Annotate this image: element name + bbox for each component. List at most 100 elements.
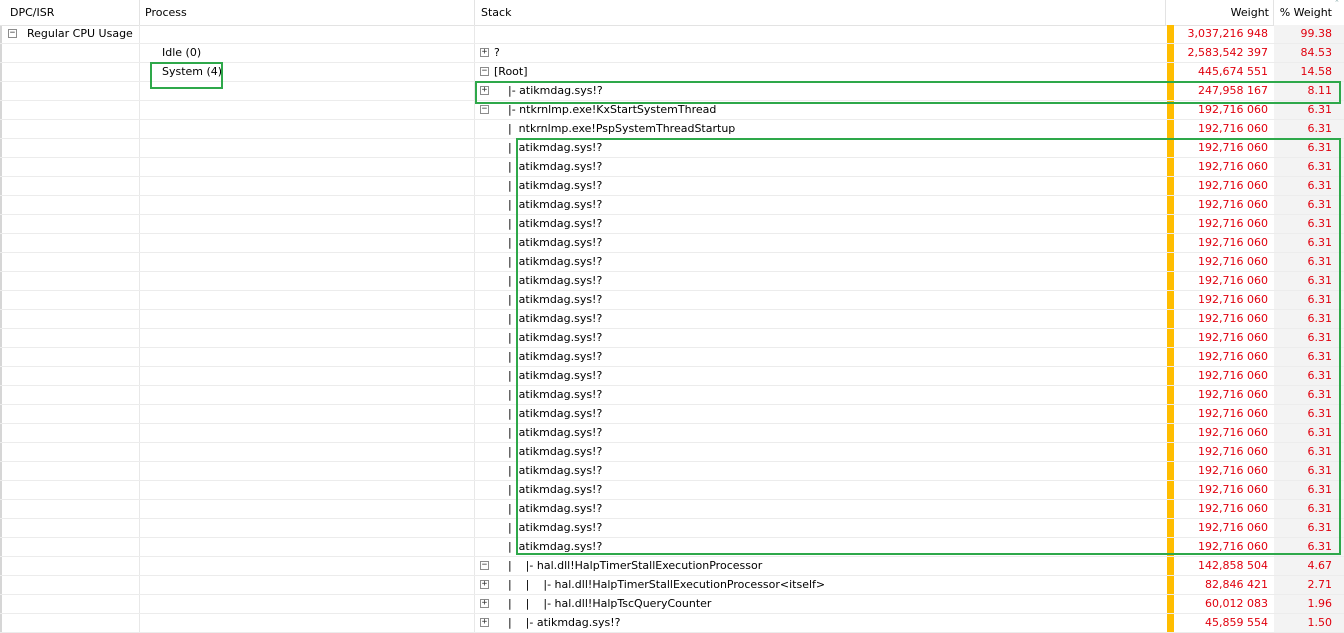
table-row[interactable]: + | |- atikmdag.sys!? 45,859 554 1.50 <box>0 614 1344 633</box>
stack-cell: | atikmdag.sys!? <box>494 293 603 306</box>
pct-weight-cell: 6.31 <box>1307 122 1333 135</box>
expand-icon[interactable]: + <box>480 86 489 95</box>
table-row[interactable]: | atikmdag.sys!? 192,716 060 6.31 <box>0 424 1344 443</box>
table-row[interactable]: | atikmdag.sys!? 192,716 060 6.31 <box>0 158 1344 177</box>
stack-cell: | atikmdag.sys!? <box>494 540 603 553</box>
header-separator[interactable] <box>474 0 475 25</box>
header-weight[interactable]: Weight <box>1175 0 1269 25</box>
header-separator[interactable] <box>139 0 140 25</box>
table-row[interactable]: | atikmdag.sys!? 192,716 060 6.31 <box>0 234 1344 253</box>
table-row[interactable]: | atikmdag.sys!? 192,716 060 6.31 <box>0 386 1344 405</box>
table-row[interactable]: | atikmdag.sys!? 192,716 060 6.31 <box>0 462 1344 481</box>
table-row[interactable]: | atikmdag.sys!? 192,716 060 6.31 <box>0 272 1344 291</box>
process-cell: System (4) <box>162 65 223 78</box>
table-row[interactable]: | atikmdag.sys!? 192,716 060 6.31 <box>0 538 1344 557</box>
pct-weight-cell: 6.31 <box>1307 426 1333 439</box>
stack-cell: | ntkrnlmp.exe!PspSystemThreadStartup <box>494 122 736 135</box>
stack-cell: | atikmdag.sys!? <box>494 407 603 420</box>
weight-cell: 192,716 060 <box>1198 274 1268 287</box>
weight-cell: 192,716 060 <box>1198 426 1268 439</box>
table-row[interactable]: | atikmdag.sys!? 192,716 060 6.31 <box>0 139 1344 158</box>
sort-indicator-icon: ⌃ <box>1334 0 1340 7</box>
pct-weight-cell: 6.31 <box>1307 198 1333 211</box>
pct-weight-cell: 6.31 <box>1307 521 1333 534</box>
table-row[interactable]: | atikmdag.sys!? 192,716 060 6.31 <box>0 481 1344 500</box>
table-row[interactable]: System (4) − [Root] 445,674 551 14.58 <box>0 63 1344 82</box>
weight-cell: 192,716 060 <box>1198 141 1268 154</box>
stack-cell: ? <box>494 46 500 59</box>
table-row[interactable]: | atikmdag.sys!? 192,716 060 6.31 <box>0 177 1344 196</box>
table-row[interactable]: | atikmdag.sys!? 192,716 060 6.31 <box>0 405 1344 424</box>
table-row[interactable]: Idle (0) +? 2,583,542 397 84.53 <box>0 44 1344 63</box>
weight-cell: 192,716 060 <box>1198 445 1268 458</box>
weight-cell: 192,716 060 <box>1198 331 1268 344</box>
table-row[interactable]: | atikmdag.sys!? 192,716 060 6.31 <box>0 310 1344 329</box>
header-separator[interactable] <box>1165 0 1166 25</box>
pct-weight-cell: 6.31 <box>1307 483 1333 496</box>
table-row[interactable]: | atikmdag.sys!? 192,716 060 6.31 <box>0 367 1344 386</box>
expand-icon[interactable]: + <box>480 48 489 57</box>
table-row[interactable]: − Regular CPU Usage 3,037,216 948 99.38 <box>0 25 1344 44</box>
weight-cell: 192,716 060 <box>1198 255 1268 268</box>
table-row[interactable]: | atikmdag.sys!? 192,716 060 6.31 <box>0 443 1344 462</box>
weight-cell: 192,716 060 <box>1198 464 1268 477</box>
header-pct-weight[interactable]: % Weight <box>1274 0 1332 25</box>
pct-weight-cell: 6.31 <box>1307 445 1333 458</box>
pct-weight-cell: 6.31 <box>1307 141 1333 154</box>
weight-cell: 192,716 060 <box>1198 122 1268 135</box>
header-dpc-isr[interactable]: DPC/ISR <box>10 0 130 25</box>
table-row[interactable]: | ntkrnlmp.exe!PspSystemThreadStartup 192… <box>0 120 1344 139</box>
weight-cell: 142,858 504 <box>1198 559 1268 572</box>
stack-cell: | atikmdag.sys!? <box>494 502 603 515</box>
header-stack[interactable]: Stack <box>481 0 781 25</box>
collapse-icon[interactable]: − <box>8 29 17 38</box>
stack-cell: | atikmdag.sys!? <box>494 236 603 249</box>
table-row[interactable]: + |- atikmdag.sys!? 247,958 167 8.11 <box>0 82 1344 101</box>
collapse-icon[interactable]: − <box>480 67 489 76</box>
pct-weight-cell: 6.31 <box>1307 540 1333 553</box>
stack-cell: | atikmdag.sys!? <box>494 141 603 154</box>
table-row[interactable]: − |- ntkrnlmp.exe!KxStartSystemThread 192… <box>0 101 1344 120</box>
pct-weight-cell: 99.38 <box>1300 27 1333 40</box>
stack-cell: | | |- hal.dll!HalpTscQueryCounter <box>494 597 712 610</box>
stack-cell: |- ntkrnlmp.exe!KxStartSystemThread <box>494 103 717 116</box>
pct-weight-cell: 84.53 <box>1300 46 1333 59</box>
stack-cell: | |- hal.dll!HalpTimerStallExecutionProc… <box>494 559 763 572</box>
table-row[interactable]: | atikmdag.sys!? 192,716 060 6.31 <box>0 500 1344 519</box>
stack-cell: | atikmdag.sys!? <box>494 388 603 401</box>
stack-cell: | |- atikmdag.sys!? <box>494 616 621 629</box>
stack-cell: | atikmdag.sys!? <box>494 483 603 496</box>
expand-icon[interactable]: + <box>480 618 489 627</box>
weight-cell: 192,716 060 <box>1198 483 1268 496</box>
pct-weight-cell: 6.31 <box>1307 103 1333 116</box>
weight-cell: 45,859 554 <box>1205 616 1268 629</box>
table-row[interactable]: | atikmdag.sys!? 192,716 060 6.31 <box>0 215 1344 234</box>
weight-cell: 192,716 060 <box>1198 160 1268 173</box>
table-row[interactable]: | atikmdag.sys!? 192,716 060 6.31 <box>0 291 1344 310</box>
table-row[interactable]: | atikmdag.sys!? 192,716 060 6.31 <box>0 196 1344 215</box>
stack-cell: | atikmdag.sys!? <box>494 179 603 192</box>
pct-weight-cell: 6.31 <box>1307 331 1333 344</box>
stack-table: DPC/ISR Process Stack Weight % Weight ⌃ … <box>0 0 1344 633</box>
expand-icon[interactable]: + <box>480 580 489 589</box>
weight-cell: 192,716 060 <box>1198 236 1268 249</box>
weight-cell: 247,958 167 <box>1198 84 1268 97</box>
pct-weight-cell: 6.31 <box>1307 407 1333 420</box>
weight-cell: 192,716 060 <box>1198 350 1268 363</box>
table-row[interactable]: + | | |- hal.dll!HalpTimerStallExecution… <box>0 576 1344 595</box>
pct-weight-cell: 1.50 <box>1307 616 1333 629</box>
table-row[interactable]: | atikmdag.sys!? 192,716 060 6.31 <box>0 253 1344 272</box>
table-row[interactable]: | atikmdag.sys!? 192,716 060 6.31 <box>0 329 1344 348</box>
stack-cell: | atikmdag.sys!? <box>494 369 603 382</box>
collapse-icon[interactable]: − <box>480 561 489 570</box>
table-row[interactable]: + | | |- hal.dll!HalpTscQueryCounter 60,0… <box>0 595 1344 614</box>
header-process[interactable]: Process <box>145 0 445 25</box>
stack-cell: | atikmdag.sys!? <box>494 426 603 439</box>
table-row[interactable]: | atikmdag.sys!? 192,716 060 6.31 <box>0 519 1344 538</box>
table-row[interactable]: − | |- hal.dll!HalpTimerStallExecutionPr… <box>0 557 1344 576</box>
table-row[interactable]: | atikmdag.sys!? 192,716 060 6.31 <box>0 348 1344 367</box>
expand-icon[interactable]: + <box>480 599 489 608</box>
process-cell: Idle (0) <box>162 46 202 59</box>
collapse-icon[interactable]: − <box>480 105 489 114</box>
weight-cell: 445,674 551 <box>1198 65 1268 78</box>
